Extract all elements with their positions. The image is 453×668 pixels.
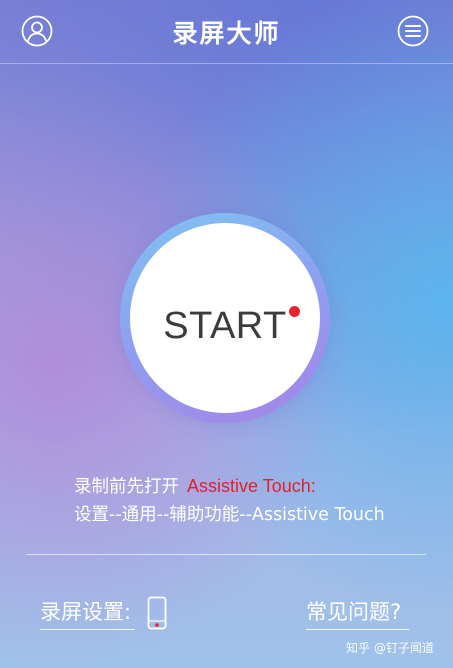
menu-button[interactable] [397,15,429,47]
record-dot-icon [289,306,300,317]
phone-icon[interactable] [147,596,167,634]
instruction-line-2: 设置--通用--辅助功能--Assistive Touch [74,501,434,530]
divider [26,554,426,555]
app-title: 录屏大师 [172,19,281,48]
instruction-prefix: 录制前先打开 [74,477,179,497]
record-settings-link[interactable]: 录屏设置: [40,596,135,630]
faq-label: 常见问题? [306,596,409,630]
instruction-line-1: 录制前先打开 Assistive Touch: [74,472,434,501]
settings-path: 设置--通用--辅助功能--Assistive Touch [74,505,385,525]
setup-instructions: 录制前先打开 Assistive Touch: 设置--通用--辅助功能--Ass… [74,472,434,530]
faq-link[interactable]: 常见问题? [306,596,409,630]
header-bar: 录屏大师 [0,0,453,64]
start-record-button[interactable]: START [120,213,330,423]
start-button-face: START [130,223,320,413]
menu-icon [397,15,429,47]
assistive-touch-highlight: Assistive Touch: [187,476,316,496]
watermark: 知乎 @钉子闻道 [346,641,434,655]
record-settings-label: 录屏设置: [40,596,135,630]
screen-recorder-app: 录屏大师 START 录制前先打开 Assistive Touch: 设置--通用… [0,0,453,668]
